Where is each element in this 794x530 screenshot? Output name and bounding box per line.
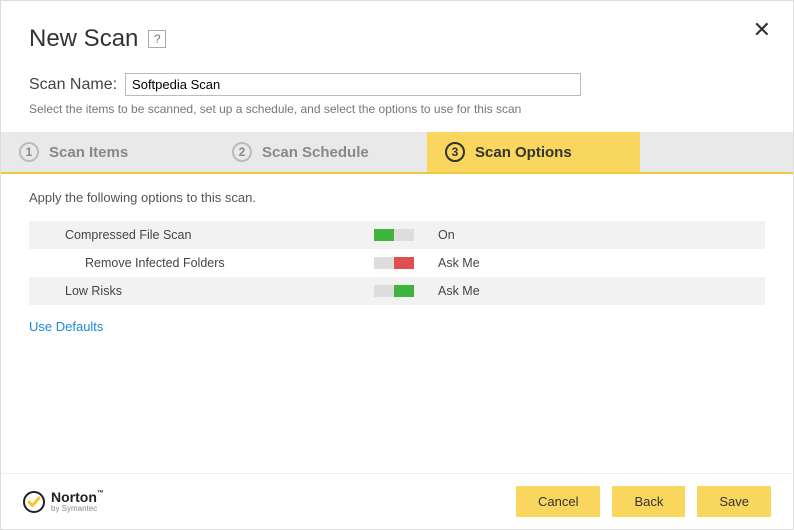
tab-label: Scan Options	[475, 144, 572, 161]
wizard-tabs: 1 Scan Items 2 Scan Schedule 3 Scan Opti…	[1, 132, 793, 172]
brand-sub: by Symantec	[51, 505, 104, 513]
option-row-low-risks: Low Risks Ask Me	[29, 277, 765, 305]
scan-name-label: Scan Name:	[29, 76, 117, 94]
back-button[interactable]: Back	[612, 486, 685, 517]
option-value: Ask Me	[438, 256, 480, 270]
tab-scan-items[interactable]: 1 Scan Items	[1, 132, 214, 172]
step-number: 2	[232, 142, 252, 162]
option-value: Ask Me	[438, 284, 480, 298]
cancel-button[interactable]: Cancel	[516, 486, 600, 517]
apply-text: Apply the following options to this scan…	[29, 190, 765, 205]
option-value: On	[438, 228, 455, 242]
toggle-low-risks[interactable]	[374, 285, 414, 297]
tab-label: Scan Items	[49, 144, 128, 161]
option-label: Remove Infected Folders	[29, 256, 374, 270]
step-number: 3	[445, 142, 465, 162]
subtitle-text: Select the items to be scanned, set up a…	[29, 102, 765, 116]
save-button[interactable]: Save	[697, 486, 771, 517]
options-panel: Apply the following options to this scan…	[1, 172, 793, 354]
tab-scan-options[interactable]: 3 Scan Options	[427, 132, 640, 172]
dialog-header: New Scan ? Scan Name: Select the items t…	[1, 1, 793, 132]
brand-name: Norton™	[51, 490, 104, 504]
tab-label: Scan Schedule	[262, 144, 369, 161]
use-defaults-link[interactable]: Use Defaults	[29, 319, 103, 334]
toggle-compressed[interactable]	[374, 229, 414, 241]
tab-scan-schedule[interactable]: 2 Scan Schedule	[214, 132, 427, 172]
option-label: Low Risks	[29, 284, 374, 298]
step-number: 1	[19, 142, 39, 162]
brand-logo: Norton™ by Symantec	[23, 490, 104, 513]
help-icon[interactable]: ?	[148, 30, 166, 48]
page-title: New Scan	[29, 25, 138, 53]
dialog-footer: Norton™ by Symantec Cancel Back Save	[1, 473, 793, 529]
close-icon[interactable]: ✕	[753, 19, 771, 41]
option-label: Compressed File Scan	[29, 228, 374, 242]
norton-check-icon	[23, 491, 45, 513]
scan-name-input[interactable]	[125, 73, 581, 96]
option-row-compressed: Compressed File Scan On	[29, 221, 765, 249]
option-row-remove-infected: Remove Infected Folders Ask Me	[29, 249, 765, 277]
toggle-remove-infected[interactable]	[374, 257, 414, 269]
